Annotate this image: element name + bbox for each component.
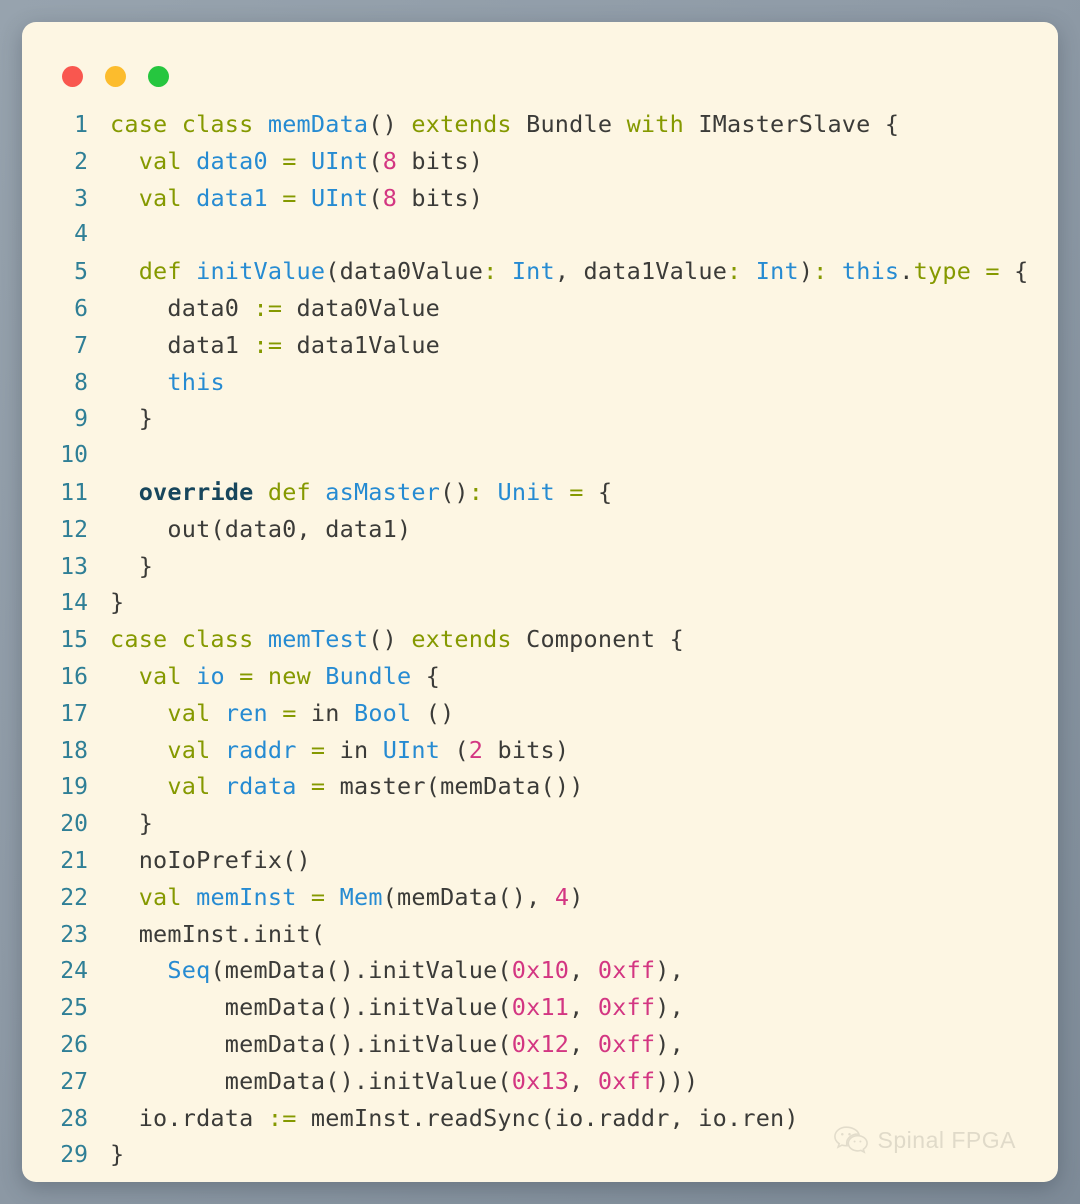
code-line: 18 val raddr = in UInt (2 bits) bbox=[22, 732, 1058, 769]
line-number: 23 bbox=[60, 921, 88, 948]
line-number: 16 bbox=[60, 663, 88, 690]
code-line-text: noIoPrefix() bbox=[110, 845, 311, 874]
line-number: 25 bbox=[60, 995, 88, 1022]
code-line-text: memData().initValue(0x12, 0xff), bbox=[110, 1029, 684, 1058]
line-number: 17 bbox=[60, 700, 88, 727]
line-number: 14 bbox=[60, 590, 88, 617]
code-line: 9 } bbox=[22, 400, 1058, 437]
line-number: 26 bbox=[60, 1031, 88, 1058]
code-line-text: data1 := data1Value bbox=[110, 330, 441, 359]
line-number: 12 bbox=[60, 516, 88, 543]
code-line: 8 this bbox=[22, 364, 1058, 401]
code-line: 1 case class memData() extends Bundle wit… bbox=[22, 106, 1058, 143]
code-editor[interactable]: 1 case class memData() extends Bundle wit… bbox=[22, 106, 1058, 1173]
code-line-text: Seq(memData().initValue(0x10, 0xff), bbox=[167, 956, 684, 985]
line-number: 2 bbox=[74, 148, 88, 175]
code-line: 3 val data1 = UInt(8 bits) bbox=[22, 180, 1058, 217]
code-line: 16 val io = new Bundle { bbox=[22, 658, 1058, 695]
line-number: 20 bbox=[60, 811, 88, 838]
code-line-text: memData().initValue(0x13, 0xff))) bbox=[110, 1066, 699, 1095]
code-line: 14} bbox=[22, 584, 1058, 621]
code-line-text: data0 := data0Value bbox=[110, 293, 441, 322]
code-window: 1 case class memData() extends Bundle wit… bbox=[22, 22, 1058, 1182]
code-line: 22 val memInst = Mem(memData(), 4) bbox=[22, 879, 1058, 916]
line-number: 27 bbox=[60, 1068, 88, 1095]
code-line: 23 memInst.init( bbox=[22, 916, 1058, 953]
code-line-text: } bbox=[110, 588, 125, 617]
line-number: 1 bbox=[74, 112, 88, 138]
code-line: 13 } bbox=[22, 548, 1058, 585]
code-line-text: } bbox=[110, 404, 154, 433]
code-line: 6 data0 := data0Value bbox=[22, 290, 1058, 327]
code-line-text: val io = new Bundle { bbox=[138, 661, 441, 690]
code-line: 11 override def asMaster(): Unit = { bbox=[22, 474, 1058, 511]
line-number: 24 bbox=[60, 958, 88, 985]
code-line: 25 memData().initValue(0x11, 0xff), bbox=[22, 989, 1058, 1026]
window-titlebar bbox=[22, 22, 1058, 88]
code-line: 12 out(data0, data1) bbox=[22, 511, 1058, 548]
code-line-text: case class memTest() extends Component { bbox=[110, 625, 684, 654]
code-line-text: memData().initValue(0x11, 0xff), bbox=[110, 993, 684, 1022]
code-line: 5 def initValue(data0Value: Int, data1Va… bbox=[22, 253, 1058, 290]
wechat-icon bbox=[833, 1126, 868, 1154]
code-line: 7 data1 := data1Value bbox=[22, 327, 1058, 364]
code-line-text: val ren = in Bool () bbox=[167, 698, 455, 727]
close-button[interactable] bbox=[62, 66, 83, 87]
code-line-text: out(data0, data1) bbox=[110, 514, 412, 543]
code-line-text: } bbox=[110, 809, 154, 838]
line-number: 28 bbox=[60, 1105, 88, 1132]
line-number: 10 bbox=[60, 442, 88, 469]
watermark-label: Spinal FPGA bbox=[877, 1126, 1016, 1153]
code-line-text: } bbox=[110, 551, 154, 580]
code-line-text: case class memData() extends Bundle with… bbox=[110, 110, 900, 138]
code-line-text: this bbox=[167, 367, 225, 396]
line-number: 29 bbox=[60, 1142, 88, 1169]
line-number: 15 bbox=[60, 627, 88, 654]
code-line: 17 val ren = in Bool () bbox=[22, 695, 1058, 732]
line-number: 4 bbox=[74, 221, 88, 248]
line-number: 13 bbox=[60, 553, 88, 580]
code-line-text: val data0 = UInt(8 bits) bbox=[138, 146, 484, 175]
code-line-text: val memInst = Mem(memData(), 4) bbox=[138, 882, 584, 911]
line-number: 19 bbox=[60, 774, 88, 801]
traffic-light-controls bbox=[62, 66, 169, 87]
code-line-text: memInst.init( bbox=[110, 919, 326, 948]
line-number: 7 bbox=[74, 332, 88, 359]
code-line-text: val raddr = in UInt (2 bits) bbox=[167, 735, 570, 764]
code-line: 21 noIoPrefix() bbox=[22, 842, 1058, 879]
code-line-text: override def asMaster(): Unit = { bbox=[138, 477, 613, 506]
code-line: 19 val rdata = master(memData()) bbox=[22, 768, 1058, 805]
code-line-text: val rdata = master(memData()) bbox=[167, 772, 584, 801]
maximize-button[interactable] bbox=[148, 66, 169, 87]
code-line: 15 case class memTest() extends Component… bbox=[22, 621, 1058, 658]
code-line: 4 bbox=[22, 216, 1058, 253]
line-number: 5 bbox=[74, 259, 88, 286]
code-line: 27 memData().initValue(0x13, 0xff))) bbox=[22, 1063, 1058, 1100]
watermark: Spinal FPGA bbox=[833, 1126, 1016, 1154]
line-number: 21 bbox=[60, 847, 88, 874]
code-line-text: def initValue(data0Value: Int, data1Valu… bbox=[138, 257, 1029, 286]
code-line: 10 bbox=[22, 437, 1058, 474]
code-line-text: val data1 = UInt(8 bits) bbox=[138, 183, 484, 212]
code-line: 24 Seq(memData().initValue(0x10, 0xff), bbox=[22, 952, 1058, 989]
code-line: 20 } bbox=[22, 805, 1058, 842]
line-number: 3 bbox=[74, 185, 88, 212]
line-number: 9 bbox=[74, 406, 88, 433]
line-number: 6 bbox=[74, 295, 88, 322]
line-number: 11 bbox=[60, 479, 88, 506]
minimize-button[interactable] bbox=[105, 66, 126, 87]
line-number: 18 bbox=[60, 737, 88, 764]
line-number: 22 bbox=[60, 884, 88, 911]
line-number: 8 bbox=[74, 369, 88, 396]
code-line: 26 memData().initValue(0x12, 0xff), bbox=[22, 1026, 1058, 1063]
code-line: 2 val data0 = UInt(8 bits) bbox=[22, 143, 1058, 180]
